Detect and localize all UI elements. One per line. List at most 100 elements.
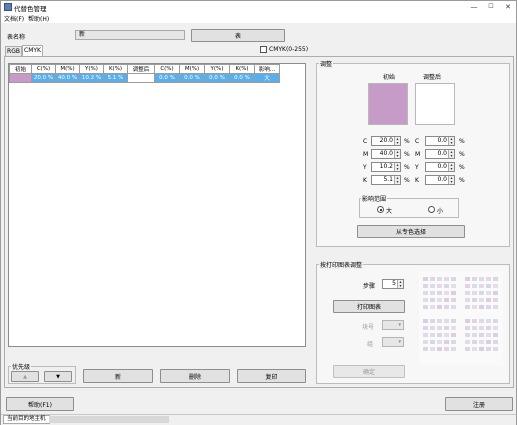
chart-chip [423, 347, 428, 351]
spin-arrows-icon[interactable]: ▴ ▾ [448, 163, 454, 171]
status-host-field [49, 416, 169, 423]
spin-arrows-icon[interactable]: ▴ ▾ [397, 280, 403, 288]
chart-chip [451, 340, 456, 344]
spin-arrows-icon[interactable]: ▴ ▾ [394, 176, 400, 184]
group-dropdown[interactable]: ▾ [382, 337, 404, 347]
chart-chip [493, 305, 498, 309]
chart-chip [486, 347, 491, 351]
register-button[interactable]: 注册 [445, 397, 513, 411]
initial-m-spinner[interactable]: 40.0 ▴ ▾ [371, 149, 401, 159]
col-c2[interactable]: C(%) [154, 64, 180, 74]
chart-chip [444, 277, 449, 281]
help-button[interactable]: 帮助(F1) [6, 397, 74, 411]
cell-influence[interactable]: 大 [254, 73, 280, 83]
priority-up-button[interactable]: ▲ [11, 371, 39, 382]
col-c1[interactable]: C(%) [31, 64, 56, 74]
close-button[interactable]: ✕ [500, 1, 516, 13]
cell-k1[interactable]: 5.1 % [103, 73, 128, 83]
adjusted-c-spinner[interactable]: 0.0 ▴ ▾ [425, 136, 455, 146]
chart-no-label: 块号 [362, 324, 375, 331]
chart-chip [472, 298, 477, 302]
tab-rgb[interactable]: RGB [5, 46, 22, 56]
chevron-down-icon: ▾ [398, 322, 401, 328]
adjusted-swatch-cell[interactable] [127, 73, 155, 83]
step-spinner[interactable]: 5 ▴ ▾ [382, 279, 404, 289]
initial-swatch-cell[interactable] [9, 73, 32, 83]
influence-large-radio[interactable] [377, 206, 384, 213]
percent-label: % [404, 177, 410, 184]
chart-chip [444, 333, 449, 337]
spin-arrows-icon[interactable]: ▴ ▾ [448, 150, 454, 158]
chart-chip [451, 291, 456, 295]
chart-chip [479, 284, 484, 288]
chart-chip [486, 305, 491, 309]
chart-chip [437, 298, 442, 302]
adjusted-k-value: 0.0 [437, 176, 447, 183]
col-m2[interactable]: M(%) [179, 64, 205, 74]
confirm-button[interactable]: 确定 [333, 365, 405, 378]
spin-arrows-icon[interactable]: ▴ ▾ [448, 176, 454, 184]
col-y1[interactable]: Y(%) [79, 64, 104, 74]
chart-preview [419, 271, 503, 365]
color-table [8, 63, 306, 347]
adjusted-c-value: 0.0 [437, 137, 447, 144]
cell-c1[interactable]: 20.0 % [31, 73, 56, 83]
print-chart-button[interactable]: 打印图表 [333, 300, 405, 313]
chart-chip [493, 340, 498, 344]
chart-chip [423, 277, 428, 281]
menu-file[interactable]: 文档(F) [4, 14, 24, 23]
spin-arrows-icon[interactable]: ▴ ▾ [394, 137, 400, 145]
adjusted-y-spinner[interactable]: 0.0 ▴ ▾ [425, 162, 455, 172]
initial-k-spinner[interactable]: 5.1 ▴ ▾ [371, 175, 401, 185]
cell-y2[interactable]: 0.0 % [204, 73, 230, 83]
menu-help[interactable]: 帮助(H) [28, 14, 49, 23]
minimize-button[interactable]: — [466, 1, 482, 13]
priority-down-button[interactable]: ▼ [44, 371, 72, 382]
chart-chip [451, 277, 456, 281]
chart-chip [430, 340, 435, 344]
left-c-label: C [363, 138, 368, 145]
chart-chip [437, 277, 442, 281]
influence-small-label: 小 [437, 208, 444, 215]
chart-no-dropdown[interactable]: ▾ [382, 320, 404, 330]
initial-m-value: 40.0 [379, 150, 393, 157]
spin-arrows-icon[interactable]: ▴ ▾ [448, 137, 454, 145]
cell-k2[interactable]: 0.0 % [229, 73, 255, 83]
cmyk-range-checkbox[interactable] [260, 46, 267, 53]
copy-button[interactable]: 复印 [237, 369, 306, 383]
table-name-field[interactable]: 新 [75, 30, 185, 40]
table-button[interactable]: 表 [191, 29, 285, 42]
spin-arrows-icon[interactable]: ▴ ▾ [394, 163, 400, 171]
chart-chip [423, 340, 428, 344]
spin-arrows-icon[interactable]: ▴ ▾ [394, 150, 400, 158]
initial-y-spinner[interactable]: 10.2 ▴ ▾ [371, 162, 401, 172]
cell-c2[interactable]: 0.0 % [154, 73, 180, 83]
col-m1[interactable]: M(%) [55, 64, 80, 74]
col-k1[interactable]: K(%) [103, 64, 128, 74]
table-row[interactable]: 20.0 % 40.0 % 10.2 % 5.1 % 0.0 % 0.0 % 0… [9, 73, 280, 83]
influence-small-radio[interactable] [428, 206, 435, 213]
col-k2[interactable]: K(%) [229, 64, 255, 74]
spot-color-button[interactable]: 从专色选择 [357, 225, 465, 238]
maximize-button[interactable]: ☐ [483, 1, 499, 13]
col-influence[interactable]: 影响... [254, 64, 280, 74]
adjusted-color-swatch [415, 83, 455, 125]
col-adjusted[interactable]: 调整后 [127, 64, 155, 74]
col-initial[interactable]: 初始 [9, 64, 32, 74]
tab-cmyk[interactable]: CMYK [22, 45, 43, 56]
chevron-down-icon: ▾ [398, 339, 401, 345]
chart-chip [430, 319, 435, 323]
adjusted-k-spinner[interactable]: 0.0 ▴ ▾ [425, 175, 455, 185]
chart-chip [451, 305, 456, 309]
new-button[interactable]: 新 [83, 369, 153, 383]
cell-y1[interactable]: 10.2 % [79, 73, 104, 83]
adjusted-m-spinner[interactable]: 0.0 ▴ ▾ [425, 149, 455, 159]
chart-chip [423, 284, 428, 288]
chart-chip [486, 340, 491, 344]
print-adjust-title: 按打印图表调整 [319, 260, 364, 269]
col-y2[interactable]: Y(%) [204, 64, 230, 74]
initial-c-spinner[interactable]: 20.0 ▴ ▾ [371, 136, 401, 146]
cell-m1[interactable]: 40.0 % [55, 73, 80, 83]
cell-m2[interactable]: 0.0 % [179, 73, 205, 83]
delete-button[interactable]: 删除 [160, 369, 230, 383]
